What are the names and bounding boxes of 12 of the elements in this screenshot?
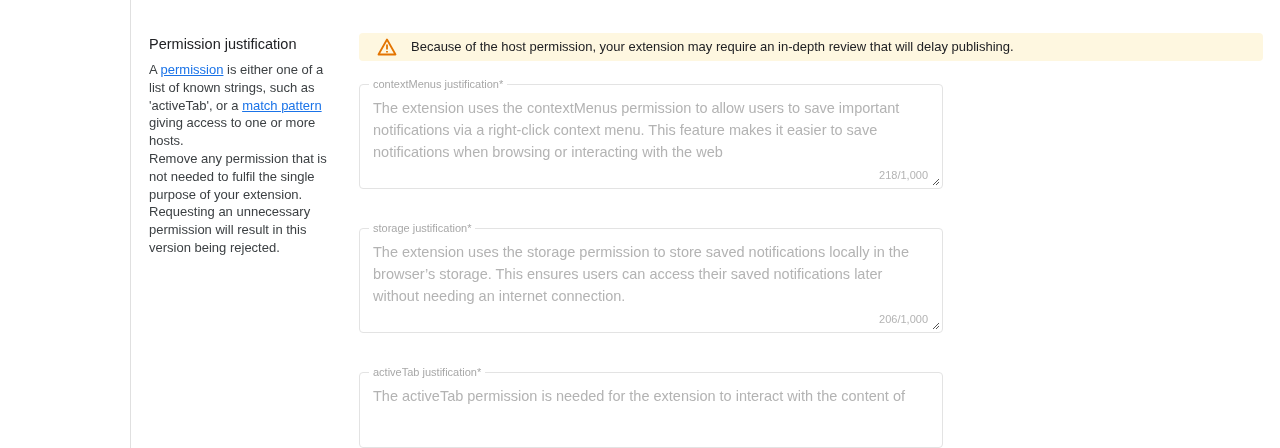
section-title: Permission justification xyxy=(149,35,298,54)
warning-text: Because of the host permission, your extension may require an in-depth review that will delay publishing. xyxy=(411,38,1014,57)
note-text: Remove any permission that is not needed to fulfil the single purpose of your extension. Requesting an unnecessary permission will result in this version being rejected. xyxy=(149,150,328,257)
field-value: The extension uses the contextMenus permission to allow users to save important notifications via a right-click context menu. This feature makes it easier to save notifications when browsing or interacting with the web xyxy=(373,99,901,162)
field-value: The activeTab permission is needed for the extension to interact with the content of xyxy=(373,387,906,406)
warning-icon xyxy=(377,38,397,56)
field-value: The extension uses the storage permission to store saved notifications locally in the browser’s storage. This ensures users can access their saved notifications later without needing an internet connection. xyxy=(373,243,910,306)
link[interactable]: match pattern xyxy=(242,97,322,113)
character-counter: 218/1,000 xyxy=(879,168,928,182)
character-counter: 206/1,000 xyxy=(879,312,928,326)
description-text: A permission is either one of a list of known strings, such as 'activeTab', or a match pattern giving access to one or more hosts. xyxy=(149,61,325,150)
link[interactable]: permission xyxy=(160,62,224,77)
